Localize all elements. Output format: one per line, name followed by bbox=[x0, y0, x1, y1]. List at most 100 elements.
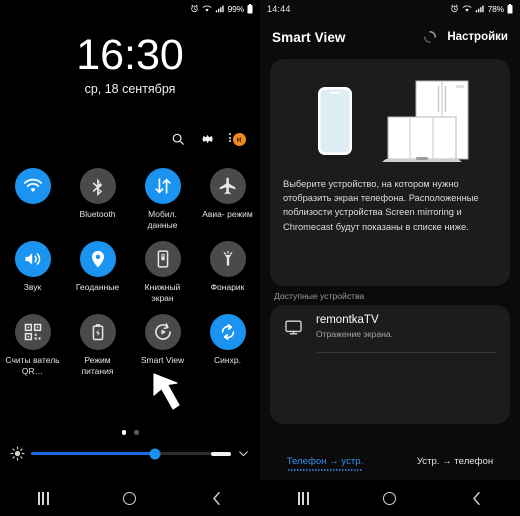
toggle-wifi[interactable] bbox=[0, 168, 65, 231]
lockscreen-date: ср, 18 сентября bbox=[84, 82, 176, 96]
tab-label: Телефон → устр. bbox=[286, 455, 364, 467]
chevron-down-icon[interactable] bbox=[237, 447, 250, 460]
page-title: Smart View bbox=[272, 29, 346, 45]
wifi-toggle-circle[interactable] bbox=[14, 168, 51, 204]
wifi-icon bbox=[202, 4, 212, 13]
settings-button[interactable]: Настройки bbox=[447, 31, 508, 43]
toggle-label: Bluetooth bbox=[79, 209, 116, 219]
search-icon[interactable] bbox=[170, 131, 186, 147]
brightness-slider-fill bbox=[31, 452, 155, 455]
smart-view-header: Smart View Настройки bbox=[260, 20, 520, 54]
toggle-mobile-data[interactable]: Мобил. данные bbox=[130, 168, 195, 231]
left-status-bar: 99% bbox=[0, 0, 260, 17]
tab-label: Устр. → телефон bbox=[416, 455, 494, 467]
gear-icon[interactable] bbox=[200, 131, 216, 147]
brightness-sun-icon bbox=[10, 446, 25, 461]
page-indicator bbox=[0, 430, 260, 435]
page-dot[interactable] bbox=[134, 430, 139, 435]
smart-view-tabs: Телефон → устр. Устр. → телефон bbox=[260, 446, 520, 480]
right-phone-panel: 14:44 78% Smart View Настройки Выберите … bbox=[260, 0, 520, 516]
battery-icon bbox=[247, 3, 253, 14]
toggle-smart-view[interactable]: Smart View bbox=[130, 314, 195, 377]
back-chevron-icon bbox=[473, 491, 480, 505]
right-status-bar-left: 14:44 bbox=[267, 4, 450, 14]
airplane-icon bbox=[219, 177, 235, 195]
back-button[interactable] bbox=[460, 483, 494, 513]
recents-button[interactable] bbox=[286, 483, 320, 513]
flashlight-toggle-circle[interactable] bbox=[209, 241, 246, 277]
list-item[interactable]: remontkaTV Отражение экрана. bbox=[270, 305, 510, 353]
screenshot-root: 99% 16:30 ср, 18 сентября н Bluetooth Мо… bbox=[0, 0, 520, 516]
quick-settings-grid: Bluetooth Мобил. данные Авиа- режим Звук… bbox=[0, 168, 260, 377]
battery-percent-label: 78% bbox=[487, 3, 505, 14]
signal-icon bbox=[215, 4, 225, 13]
power-mode-icon bbox=[92, 324, 103, 341]
qr-toggle-circle[interactable] bbox=[14, 314, 51, 350]
bluetooth-icon bbox=[92, 178, 102, 196]
toggle-bluetooth[interactable]: Bluetooth bbox=[65, 168, 130, 231]
toggle-label: Звук bbox=[23, 282, 42, 292]
device-subtitle: Отражение экрана. bbox=[316, 329, 394, 339]
toggle-sound[interactable]: Звук bbox=[0, 241, 65, 304]
qr-code-icon bbox=[24, 323, 41, 341]
brightness-slider-track[interactable] bbox=[31, 448, 231, 459]
toggle-location[interactable]: Геоданные bbox=[65, 241, 130, 304]
sync-icon bbox=[221, 324, 234, 340]
quick-settings-row: Звук Геоданные Книжный экран Фонарик bbox=[0, 241, 260, 304]
tab-active-underline bbox=[288, 468, 362, 471]
toggle-label: Синхр. bbox=[214, 355, 241, 365]
description-text: Выберите устройство, на котором нужно от… bbox=[283, 179, 479, 232]
toggle-qr-scanner[interactable]: Считы ватель QR… bbox=[0, 314, 65, 377]
toggle-flashlight[interactable]: Фонарик bbox=[195, 241, 260, 304]
recents-icon bbox=[38, 491, 49, 505]
available-devices-label: Доступные устройства bbox=[274, 291, 365, 301]
overflow-menu-icon[interactable]: н bbox=[229, 131, 248, 147]
quick-settings-actions: н bbox=[170, 131, 248, 147]
toggle-label: Мобил. данные bbox=[147, 209, 178, 230]
back-chevron-icon bbox=[213, 491, 220, 505]
power-mode-toggle-circle[interactable] bbox=[79, 314, 116, 350]
smart-view-toggle-circle[interactable] bbox=[144, 314, 181, 350]
kebab-dots-icon bbox=[229, 133, 231, 142]
mobile-data-toggle-circle[interactable] bbox=[144, 168, 181, 204]
back-button[interactable] bbox=[200, 483, 234, 513]
brightness-slider-thumb[interactable] bbox=[149, 448, 161, 459]
quick-settings-row: Bluetooth Мобил. данные Авиа- режим bbox=[0, 168, 260, 231]
location-pin-icon bbox=[91, 250, 104, 268]
left-phone-panel: 99% 16:30 ср, 18 сентября н Bluetooth Мо… bbox=[0, 0, 260, 516]
right-status-bar-right: 78% bbox=[450, 3, 513, 14]
monitor-icon bbox=[285, 320, 302, 335]
page-dot-active[interactable] bbox=[121, 430, 126, 435]
phone-to-tv-illustration bbox=[318, 80, 469, 162]
brightness-slider-end-segment bbox=[211, 451, 231, 456]
right-navigation-bar bbox=[260, 480, 520, 516]
recents-button[interactable] bbox=[26, 483, 60, 513]
tab-device-to-phone[interactable]: Устр. → телефон bbox=[390, 456, 520, 471]
toggle-label: Режим питания bbox=[81, 355, 114, 376]
toggle-power-mode[interactable]: Режим питания bbox=[65, 314, 130, 377]
bluetooth-toggle-circle[interactable] bbox=[79, 168, 116, 204]
sync-toggle-circle[interactable] bbox=[209, 314, 246, 350]
data-transfer-icon bbox=[154, 178, 171, 194]
info-card: Выберите устройство, на котором нужно от… bbox=[270, 59, 510, 286]
toggle-label: Считы ватель QR… bbox=[5, 355, 60, 376]
right-status-bar: 14:44 78% bbox=[260, 0, 520, 17]
quick-settings-row: Считы ватель QR… Режим питания Smart Vie… bbox=[0, 314, 260, 377]
list-divider bbox=[317, 352, 497, 353]
device-name: remontkaTV bbox=[316, 314, 379, 326]
toggle-sync[interactable]: Синхр. bbox=[195, 314, 260, 377]
tab-phone-to-device[interactable]: Телефон → устр. bbox=[260, 456, 390, 471]
airplane-toggle-circle[interactable] bbox=[209, 168, 246, 204]
home-button[interactable] bbox=[113, 483, 147, 513]
sound-icon bbox=[25, 253, 40, 265]
location-toggle-circle[interactable] bbox=[79, 241, 116, 277]
sound-toggle-circle[interactable] bbox=[14, 241, 51, 277]
smart-view-icon bbox=[154, 323, 171, 340]
home-button[interactable] bbox=[373, 483, 407, 513]
wifi-icon bbox=[462, 4, 472, 13]
rotation-toggle-circle[interactable] bbox=[144, 241, 181, 277]
toggle-rotation-lock[interactable]: Книжный экран bbox=[130, 241, 195, 304]
status-clock: 14:44 bbox=[267, 3, 291, 14]
toggle-airplane-mode[interactable]: Авиа- режим bbox=[195, 168, 260, 231]
recents-icon bbox=[298, 491, 309, 505]
